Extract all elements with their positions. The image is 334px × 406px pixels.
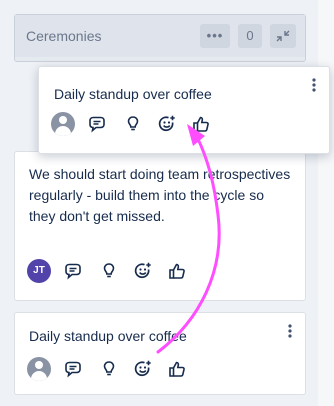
column-card-count: 0 [238, 24, 262, 48]
collapse-icon [276, 30, 290, 42]
board-column: Ceremonies ••• 0 Daily standup over coff… [0, 0, 334, 406]
thumbs-up-icon[interactable] [167, 359, 187, 379]
lightbulb-icon[interactable] [99, 359, 119, 379]
collapse-column-button[interactable] [270, 24, 296, 48]
card-text: Daily standup over coffee [54, 86, 212, 102]
card-daily-standup[interactable]: Daily standup over coffee [14, 312, 306, 395]
thumbs-up-icon[interactable] [191, 114, 211, 134]
user-avatar[interactable]: JT [27, 259, 51, 283]
column-more-button[interactable]: ••• [200, 24, 230, 48]
lightbulb-icon[interactable] [123, 114, 143, 134]
add-emoji-icon[interactable] [133, 261, 153, 281]
card-actions [27, 357, 227, 381]
card-menu-icon[interactable] [287, 323, 293, 339]
card-text: Daily standup over coffee [29, 328, 187, 344]
comment-icon[interactable] [63, 261, 83, 281]
add-emoji-icon[interactable] [157, 114, 177, 134]
card-actions [51, 112, 251, 136]
card-menu-icon[interactable] [311, 77, 317, 93]
card-retrospectives[interactable]: We should start doing team retrospective… [14, 151, 306, 301]
thumbs-up-icon[interactable] [167, 261, 187, 281]
default-avatar-icon[interactable] [51, 112, 75, 136]
column-scroll-track [318, 0, 334, 406]
comment-icon[interactable] [63, 359, 83, 379]
card-dragging[interactable]: Daily standup over coffee [38, 66, 330, 154]
card-actions: JT [27, 259, 227, 283]
card-text: We should start doing team retrospective… [29, 166, 291, 224]
add-emoji-icon[interactable] [133, 359, 153, 379]
column-header: Ceremonies ••• 0 [14, 14, 306, 62]
column-title: Ceremonies [26, 28, 102, 44]
default-avatar-icon[interactable] [27, 357, 51, 381]
comment-icon[interactable] [87, 114, 107, 134]
lightbulb-icon[interactable] [99, 261, 119, 281]
